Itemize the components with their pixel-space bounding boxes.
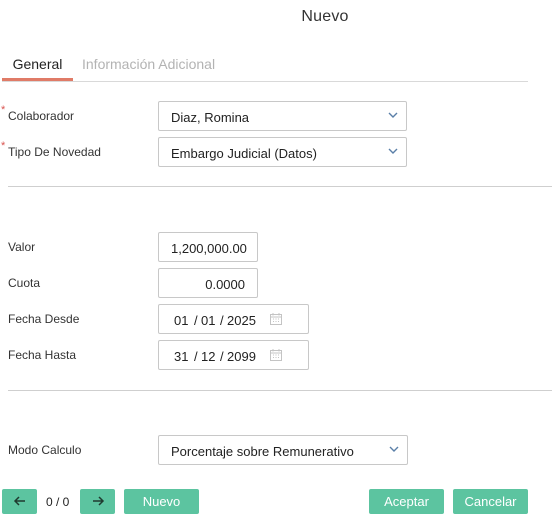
fecha-hasta-label: Fecha Hasta [8, 348, 77, 362]
calendar-icon[interactable] [269, 312, 283, 326]
arrow-right-icon [92, 496, 104, 506]
cuota-input[interactable]: 0.0000 [158, 268, 258, 298]
tipo-novedad-select[interactable]: Embargo Judicial (Datos) [158, 137, 407, 167]
fecha-desde-input[interactable]: 01 / 01 / 2025 [158, 304, 309, 334]
valor-value: 1,200,000.00 [171, 241, 247, 256]
valor-input[interactable]: 1,200,000.00 [158, 232, 258, 262]
chevron-down-icon [388, 112, 398, 118]
chevron-down-icon [388, 148, 398, 154]
cuota-label: Cuota [8, 276, 41, 290]
fecha-desde-month[interactable]: 01 [201, 313, 215, 328]
colaborador-select[interactable]: Diaz, Romina [158, 101, 407, 131]
colaborador-value: Diaz, Romina [171, 110, 250, 125]
tab-bar: General Información Adicional [2, 52, 528, 82]
fecha-hasta-day[interactable]: 31 [174, 349, 188, 364]
modo-calculo-label: Modo Calculo [8, 443, 82, 457]
fecha-hasta-input[interactable]: 31 / 12 / 2099 [158, 340, 309, 370]
tipo-novedad-label: Tipo De Novedad [8, 145, 101, 159]
fecha-desde-year[interactable]: 2025 [227, 313, 256, 328]
aceptar-button[interactable]: Aceptar [369, 489, 444, 514]
section-divider [8, 186, 552, 187]
date-separator: / [194, 349, 198, 364]
date-separator: / [220, 349, 224, 364]
cancelar-button[interactable]: Cancelar [453, 489, 528, 514]
modo-calculo-value: Porcentaje sobre Remunerativo [171, 444, 354, 459]
dialog-title: Nuevo [301, 8, 349, 25]
fecha-desde-label: Fecha Desde [8, 312, 80, 326]
arrow-left-icon [13, 496, 25, 506]
next-button[interactable] [80, 489, 115, 514]
required-mark: * [1, 140, 6, 152]
cuota-value: 0.0000 [205, 277, 245, 292]
calendar-icon[interactable] [269, 348, 283, 362]
fecha-desde-day[interactable]: 01 [174, 313, 188, 328]
fecha-hasta-month[interactable]: 12 [201, 349, 215, 364]
prev-button[interactable] [2, 489, 37, 514]
fecha-hasta-year[interactable]: 2099 [227, 349, 256, 364]
pager-text: 0 / 0 [46, 495, 70, 509]
valor-label: Valor [8, 240, 36, 254]
tipo-novedad-value: Embargo Judicial (Datos) [171, 146, 317, 161]
tab-informacion-adicional[interactable]: Información Adicional [82, 56, 215, 72]
tab-general[interactable]: General [2, 56, 73, 81]
section-divider [8, 390, 552, 391]
chevron-down-icon [389, 446, 399, 452]
date-separator: / [220, 313, 224, 328]
required-mark: * [1, 104, 6, 116]
colaborador-label: Colaborador [8, 109, 75, 123]
nuevo-button[interactable]: Nuevo [124, 489, 199, 514]
date-separator: / [194, 313, 198, 328]
modo-calculo-select[interactable]: Porcentaje sobre Remunerativo [158, 435, 408, 465]
